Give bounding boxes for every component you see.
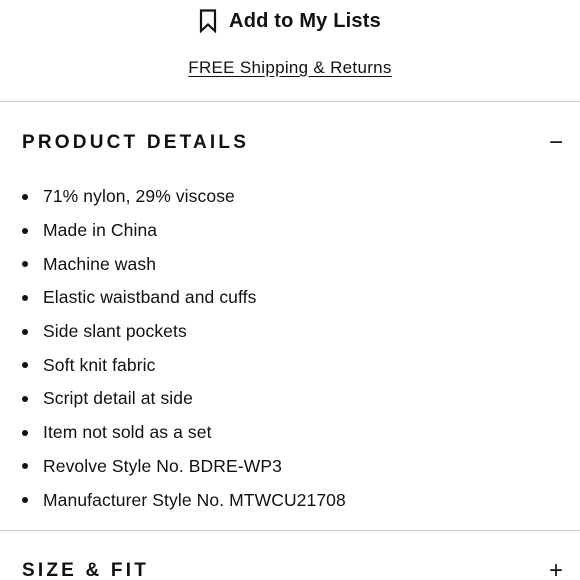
product-details-panel: Add to My Lists FREE Shipping & Returns … [0, 0, 580, 580]
bullet-icon [22, 227, 28, 234]
list-item-text: 71% nylon, 29% viscose [43, 186, 235, 207]
list-item-text: Elastic waistband and cuffs [43, 287, 257, 308]
bookmark-icon [199, 9, 217, 33]
list-item-text: Machine wash [43, 253, 157, 274]
list-item: Manufacturer Style No. MTWCU21708 [22, 483, 346, 517]
list-item-text: Side slant pockets [43, 321, 187, 342]
list-item: Soft knit fabric [22, 348, 346, 382]
collapse-icon[interactable]: − [546, 131, 566, 155]
list-item: Script detail at side [22, 382, 346, 416]
list-item-text: Made in China [43, 220, 158, 241]
bullet-icon [22, 328, 28, 335]
list-item: 71% nylon, 29% viscose [22, 180, 346, 214]
shipping-returns-row: FREE Shipping & Returns [0, 58, 580, 78]
list-item-text: Soft knit fabric [43, 354, 156, 375]
bullet-icon [22, 429, 28, 436]
divider [0, 101, 580, 102]
product-details-title: PRODUCT DETAILS [22, 132, 250, 153]
size-fit-title: SIZE & FIT [22, 560, 149, 580]
list-item-text: Item not sold as a set [43, 422, 212, 443]
bullet-icon [22, 294, 28, 301]
bullet-icon [22, 463, 28, 470]
product-details-header[interactable]: PRODUCT DETAILS − [22, 130, 566, 156]
add-to-lists-button[interactable]: Add to My Lists [0, 6, 580, 36]
bullet-icon [22, 497, 28, 504]
list-item: Made in China [22, 214, 346, 248]
list-item-text: Revolve Style No. BDRE-WP3 [43, 455, 282, 476]
list-item: Elastic waistband and cuffs [22, 281, 346, 315]
bullet-icon [22, 261, 28, 268]
size-fit-header[interactable]: SIZE & FIT + [22, 558, 566, 580]
add-to-lists-label: Add to My Lists [229, 9, 381, 32]
bullet-icon [22, 362, 28, 369]
list-item-text: Manufacturer Style No. MTWCU21708 [43, 489, 346, 510]
shipping-returns-link[interactable]: FREE Shipping & Returns [188, 58, 391, 77]
list-item: Revolve Style No. BDRE-WP3 [22, 450, 346, 484]
bullet-icon [22, 395, 28, 402]
list-item: Side slant pockets [22, 315, 346, 349]
product-details-list: 71% nylon, 29% viscose Made in China Mac… [22, 180, 346, 517]
list-item-text: Script detail at side [43, 388, 193, 409]
divider [0, 530, 580, 531]
bullet-icon [22, 193, 28, 200]
list-item: Item not sold as a set [22, 416, 346, 450]
list-item: Machine wash [22, 247, 346, 281]
expand-icon[interactable]: + [546, 559, 566, 580]
